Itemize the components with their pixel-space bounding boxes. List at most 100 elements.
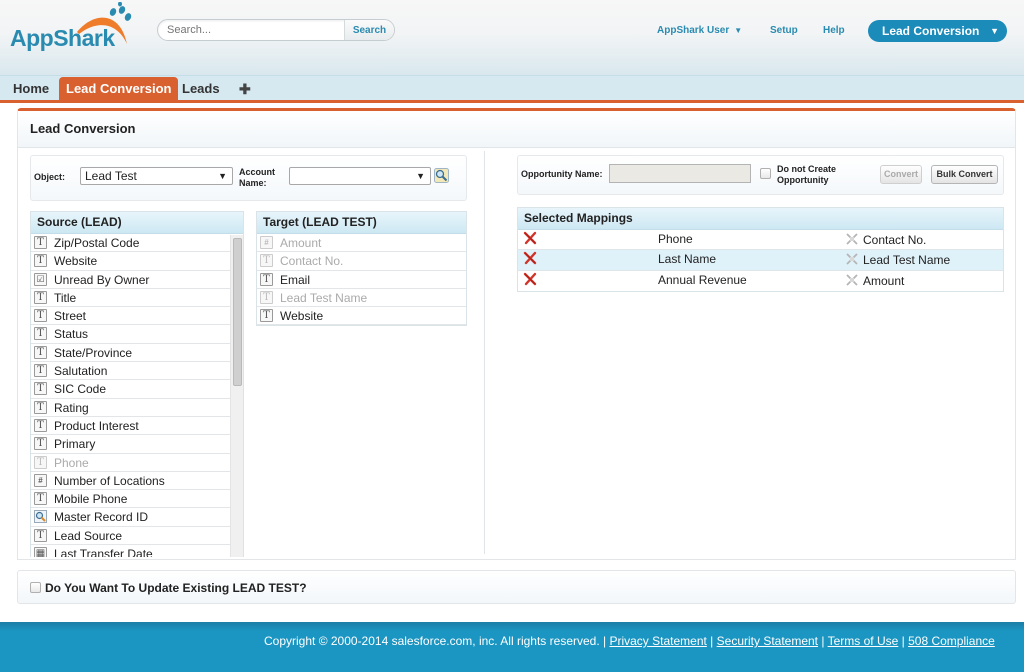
update-existing-label: Do You Want To Update Existing LEAD TEST… bbox=[45, 581, 307, 595]
source-field-label: Product Interest bbox=[54, 418, 139, 433]
add-tab-icon[interactable]: ✚ bbox=[233, 77, 257, 102]
source-field-item[interactable]: ☑ Unread By Owner bbox=[31, 271, 231, 289]
delete-mapping-icon[interactable] bbox=[523, 231, 537, 245]
mapping-row: Phone Contact No. bbox=[518, 230, 1003, 251]
target-field-label: Amount bbox=[280, 236, 322, 250]
scrollbar-thumb[interactable] bbox=[233, 238, 242, 386]
target-field-label: Contact No. bbox=[280, 254, 344, 269]
mapping-source-field: Phone bbox=[658, 232, 693, 246]
mapping-target-field: Contact No. bbox=[863, 233, 927, 247]
footer-text: Copyright © 2000-2014 salesforce.com, in… bbox=[264, 634, 995, 648]
object-select[interactable]: Lead Test ▼ bbox=[80, 167, 233, 185]
privacy-statement-link[interactable]: Privacy Statement bbox=[609, 634, 706, 648]
text-field-icon: T bbox=[34, 382, 47, 396]
source-field-label: Number of Locations bbox=[54, 473, 165, 488]
search-box: Search bbox=[157, 19, 395, 41]
text-field-icon: T bbox=[260, 272, 273, 286]
target-field-item: # Amount bbox=[257, 234, 466, 253]
target-field-label: Lead Test Name bbox=[280, 290, 368, 305]
source-field-item[interactable]: T Salutation bbox=[31, 362, 231, 381]
source-field-item[interactable]: T Primary bbox=[31, 435, 231, 454]
search-input[interactable] bbox=[158, 20, 344, 40]
mapping-row: Last Name Lead Test Name bbox=[518, 250, 1003, 271]
panel-title: Lead Conversion bbox=[18, 111, 1015, 148]
source-field-label: Street bbox=[54, 309, 87, 324]
source-field-label: Master Record ID bbox=[54, 510, 149, 525]
mapping-row: Annual Revenue Amount bbox=[518, 271, 1003, 291]
delete-mapping-icon[interactable] bbox=[523, 251, 537, 265]
source-field-label: Lead Source bbox=[54, 528, 123, 543]
lookup-field-icon bbox=[34, 510, 47, 524]
do-not-create-opportunity-checkbox[interactable] bbox=[760, 168, 771, 179]
mapping-rows: Phone Contact No. Last Name Lead Test Name A… bbox=[518, 230, 1003, 291]
search-button[interactable]: Search bbox=[344, 20, 394, 40]
source-field-item[interactable]: Master Record ID bbox=[31, 508, 231, 527]
source-field-item[interactable]: T Rating bbox=[31, 399, 231, 417]
source-field-label: Phone bbox=[54, 455, 89, 470]
opportunity-box: Opportunity Name: Do not Create Opportun… bbox=[517, 155, 1004, 195]
text-field-icon: T bbox=[34, 309, 47, 323]
user-menu[interactable]: AppShark User ▼ bbox=[657, 25, 742, 36]
source-field-item[interactable]: T Status bbox=[31, 325, 231, 344]
help-link[interactable]: Help bbox=[823, 25, 845, 36]
text-field-icon: T bbox=[34, 364, 47, 378]
opportunity-name-label: Opportunity Name: bbox=[521, 169, 603, 179]
text-field-icon: T bbox=[34, 236, 47, 249]
security-statement-link[interactable]: Security Statement bbox=[717, 634, 818, 648]
source-field-label: Rating bbox=[54, 400, 89, 415]
target-field-item[interactable]: T Website bbox=[257, 307, 466, 326]
source-field-label: Salutation bbox=[54, 364, 108, 379]
tab-lead-conversion[interactable]: Lead Conversion bbox=[59, 77, 179, 102]
target-field-item: T Contact No. bbox=[257, 252, 466, 271]
source-field-item[interactable]: # Number of Locations bbox=[31, 472, 231, 491]
delete-mapping-icon[interactable] bbox=[523, 272, 537, 286]
bulk-convert-button[interactable]: Bulk Convert bbox=[931, 165, 998, 184]
source-scrollbar[interactable] bbox=[230, 235, 243, 557]
column-divider bbox=[484, 151, 485, 554]
mapping-link-icon bbox=[846, 273, 858, 286]
mapping-link-icon bbox=[846, 233, 858, 245]
source-field-label: Status bbox=[54, 327, 89, 342]
source-field-item[interactable]: T Website bbox=[31, 252, 231, 271]
source-field-item[interactable]: T Product Interest bbox=[31, 417, 231, 436]
source-field-item[interactable]: T Lead Source bbox=[31, 527, 231, 546]
508-compliance-link[interactable]: 508 Compliance bbox=[908, 634, 995, 648]
target-list-title: Target (LEAD TEST) bbox=[257, 212, 466, 234]
tab-leads[interactable]: Leads bbox=[176, 77, 226, 102]
caret-down-icon: ▼ bbox=[734, 26, 743, 35]
target-field-label: Email bbox=[280, 272, 311, 287]
text-field-icon: T bbox=[34, 455, 47, 469]
text-field-icon: T bbox=[34, 290, 47, 304]
source-field-list: Source (LEAD) T Zip/Postal Code T Website ☑ U… bbox=[30, 211, 244, 557]
source-field-item[interactable]: T Title bbox=[31, 289, 231, 308]
source-field-item[interactable]: T Zip/Postal Code bbox=[31, 234, 231, 253]
source-field-item[interactable]: T Mobile Phone bbox=[31, 490, 231, 509]
target-field-item[interactable]: T Email bbox=[257, 271, 466, 289]
logo-text: AppShark bbox=[10, 25, 115, 51]
update-existing-checkbox[interactable] bbox=[30, 582, 41, 593]
text-field-icon: T bbox=[34, 254, 47, 268]
convert-button[interactable]: Convert bbox=[880, 165, 922, 184]
target-rows: # Amount T Contact No. T Email T Lead Test Name… bbox=[257, 234, 466, 326]
source-field-item[interactable]: T State/Province bbox=[31, 344, 231, 363]
text-field-icon: T bbox=[34, 492, 47, 506]
source-field-item[interactable]: T Street bbox=[31, 307, 231, 326]
text-field-icon: T bbox=[34, 400, 47, 414]
lookup-search-icon[interactable] bbox=[434, 168, 449, 183]
appshark-logo[interactable]: AppShark bbox=[10, 2, 140, 52]
text-field-icon: T bbox=[260, 309, 273, 323]
source-field-label: Unread By Owner bbox=[54, 272, 150, 287]
source-field-item[interactable]: ▦ Last Transfer Date bbox=[31, 545, 231, 557]
terms-of-use-link[interactable]: Terms of Use bbox=[828, 634, 899, 648]
tab-bar: Home Lead Conversion Leads ✚ bbox=[0, 75, 1024, 102]
tab-home[interactable]: Home bbox=[7, 77, 55, 102]
account-name-select[interactable]: ▼ bbox=[289, 167, 431, 185]
opportunity-name-input[interactable] bbox=[609, 164, 751, 183]
source-field-item[interactable]: T SIC Code bbox=[31, 380, 231, 399]
setup-link[interactable]: Setup bbox=[770, 25, 798, 36]
lead-conversion-panel: Lead Conversion Object: Lead Test ▼ Acco… bbox=[17, 108, 1016, 560]
text-field-icon: T bbox=[34, 345, 47, 359]
app-switcher[interactable]: Lead Conversion ▼ bbox=[868, 20, 1007, 42]
account-name-label: Account Name: bbox=[239, 167, 275, 188]
text-field-icon: T bbox=[260, 290, 273, 304]
